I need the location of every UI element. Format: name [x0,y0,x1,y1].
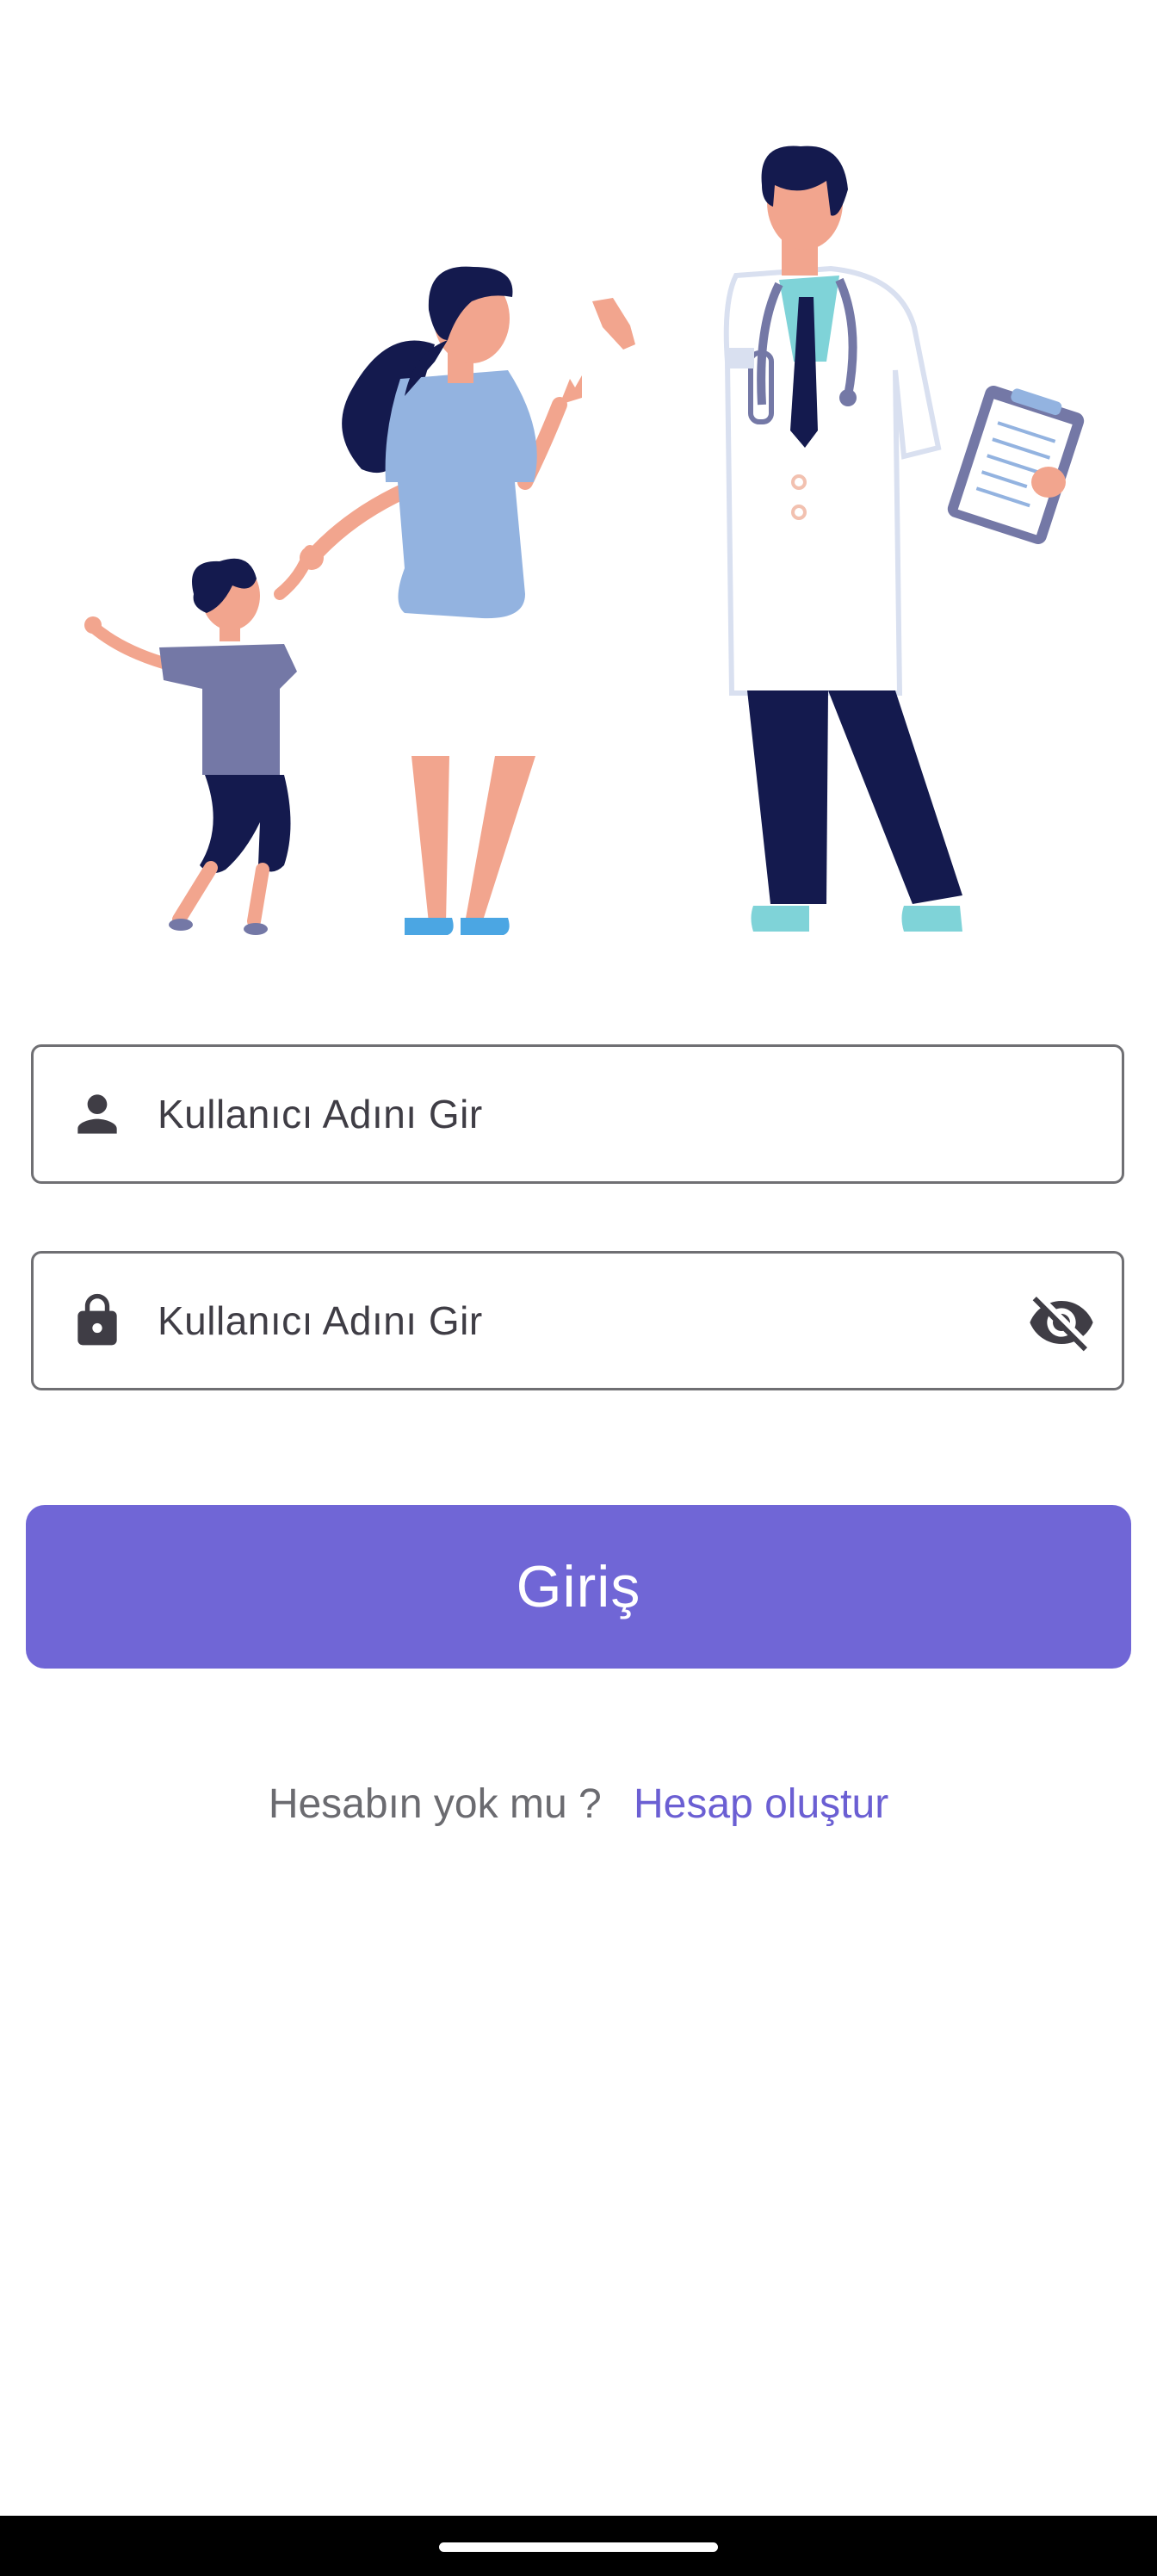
username-input[interactable]: Kullanıcı Adını Gir [31,1044,1124,1184]
doctor-family-illustration [84,146,1085,935]
home-gesture-handle[interactable] [439,2542,718,2552]
password-placeholder: Kullanıcı Adını Gir [158,1298,483,1343]
mother-figure [300,266,635,935]
signup-question: Hesabın yok mu ? [268,1781,602,1827]
username-placeholder: Kullanıcı Adını Gir [158,1092,483,1136]
login-button-label: Giriş [516,1554,641,1619]
signup-prompt-row: Hesabın yok mu ? Hesap oluştur [0,1780,1157,1828]
lock-icon [77,1293,117,1346]
login-button[interactable]: Giriş [26,1505,1131,1669]
person-icon [77,1094,117,1134]
doctor-figure [723,146,1085,932]
create-account-link[interactable]: Hesap oluştur [634,1781,888,1827]
visibility-off-icon[interactable] [1027,1288,1096,1357]
password-input[interactable]: Kullanıcı Adını Gir [31,1251,1124,1390]
child-figure [84,545,316,935]
